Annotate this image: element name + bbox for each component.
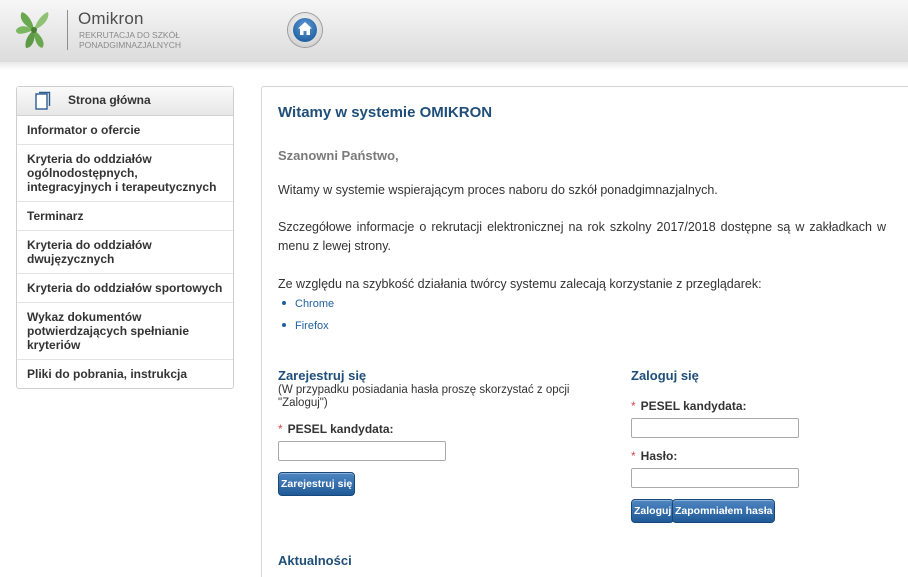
register-pesel-label-text: PESEL kandydata: [287, 422, 394, 436]
login-pesel-label-text: PESEL kandydata: [640, 399, 747, 413]
header-shadow [0, 62, 908, 70]
sidebar-item-terminarz[interactable]: Terminarz [17, 202, 233, 231]
sidebar-item-pliki[interactable]: Pliki do pobrania, instrukcja [17, 360, 233, 388]
login-title: Zaloguj się [631, 368, 699, 383]
sidebar: Strona główna Informator o ofercie Kryte… [16, 86, 234, 389]
register-note: (W przypadku posiadania hasła proszę sko… [278, 384, 570, 409]
browser-paragraph: Ze względu na szybkość działania twórcy … [278, 277, 762, 291]
login-password-input[interactable] [631, 468, 799, 488]
browser-link-chrome[interactable]: Chrome [282, 298, 334, 310]
browser-label: Firefox [295, 320, 329, 332]
required-mark: * [278, 422, 283, 436]
register-pesel-label: * PESEL kandydata: [278, 422, 394, 436]
sidebar-header[interactable]: Strona główna [17, 87, 233, 116]
login-pesel-label: * PESEL kandydata: [631, 399, 747, 413]
page-title: Witamy w systemie OMIKRON [278, 104, 493, 121]
main-content: Witamy w systemie OMIKRON Szanowni Państ… [261, 86, 908, 577]
greeting: Szanowni Państwo, [278, 148, 399, 163]
required-mark: * [631, 399, 636, 413]
home-icon [298, 22, 312, 35]
sidebar-title: Strona główna [68, 93, 151, 107]
sidebar-item-kryteria-ogolnodostepne[interactable]: Kryteria do oddziałów ogólnodostępnych, … [17, 145, 233, 202]
info-paragraph: Szczegółowe informacje o rekrutacji elek… [278, 220, 886, 253]
bullet-icon [282, 323, 286, 328]
intro-paragraph: Witamy w systemie wspierającym proces na… [278, 183, 718, 197]
register-title: Zarejestruj się [278, 368, 367, 383]
login-password-label-text: Hasło: [640, 449, 678, 463]
register-button[interactable]: Zarejestruj się [278, 472, 356, 496]
home-button[interactable] [288, 13, 322, 47]
bullet-icon [282, 301, 286, 306]
app-title: Omikron [78, 9, 144, 28]
app-subtitle: REKRUTACJA DO SZKÓŁ PONADGIMNAZJALNYCH [79, 30, 182, 50]
omikron-logo-icon [16, 12, 49, 48]
sidebar-item-informator[interactable]: Informator o ofercie [17, 116, 233, 145]
sidebar-item-kryteria-sportowe[interactable]: Kryteria do oddziałów sportowych [17, 274, 233, 303]
forgot-password-button[interactable]: Zapomniałem hasła [672, 499, 776, 523]
logo-divider [67, 10, 68, 50]
news-title: Aktualności [278, 553, 352, 568]
header: Omikron REKRUTACJA DO SZKÓŁ PONADGIMNAZJ… [0, 0, 908, 63]
browser-link-firefox[interactable]: Firefox [282, 320, 329, 332]
login-pesel-input[interactable] [631, 418, 799, 438]
login-button[interactable]: Zaloguj [631, 499, 675, 523]
login-password-label: * Hasło: [631, 449, 677, 463]
sidebar-item-kryteria-dwujezyczne[interactable]: Kryteria do oddziałów dwujęzycznych [17, 231, 233, 274]
document-icon [35, 91, 51, 110]
register-pesel-input[interactable] [278, 441, 446, 461]
sidebar-item-wykaz-dokumentow[interactable]: Wykaz dokumentów potwierdzających spełni… [17, 303, 233, 360]
required-mark: * [631, 449, 636, 463]
browser-label: Chrome [295, 298, 335, 310]
